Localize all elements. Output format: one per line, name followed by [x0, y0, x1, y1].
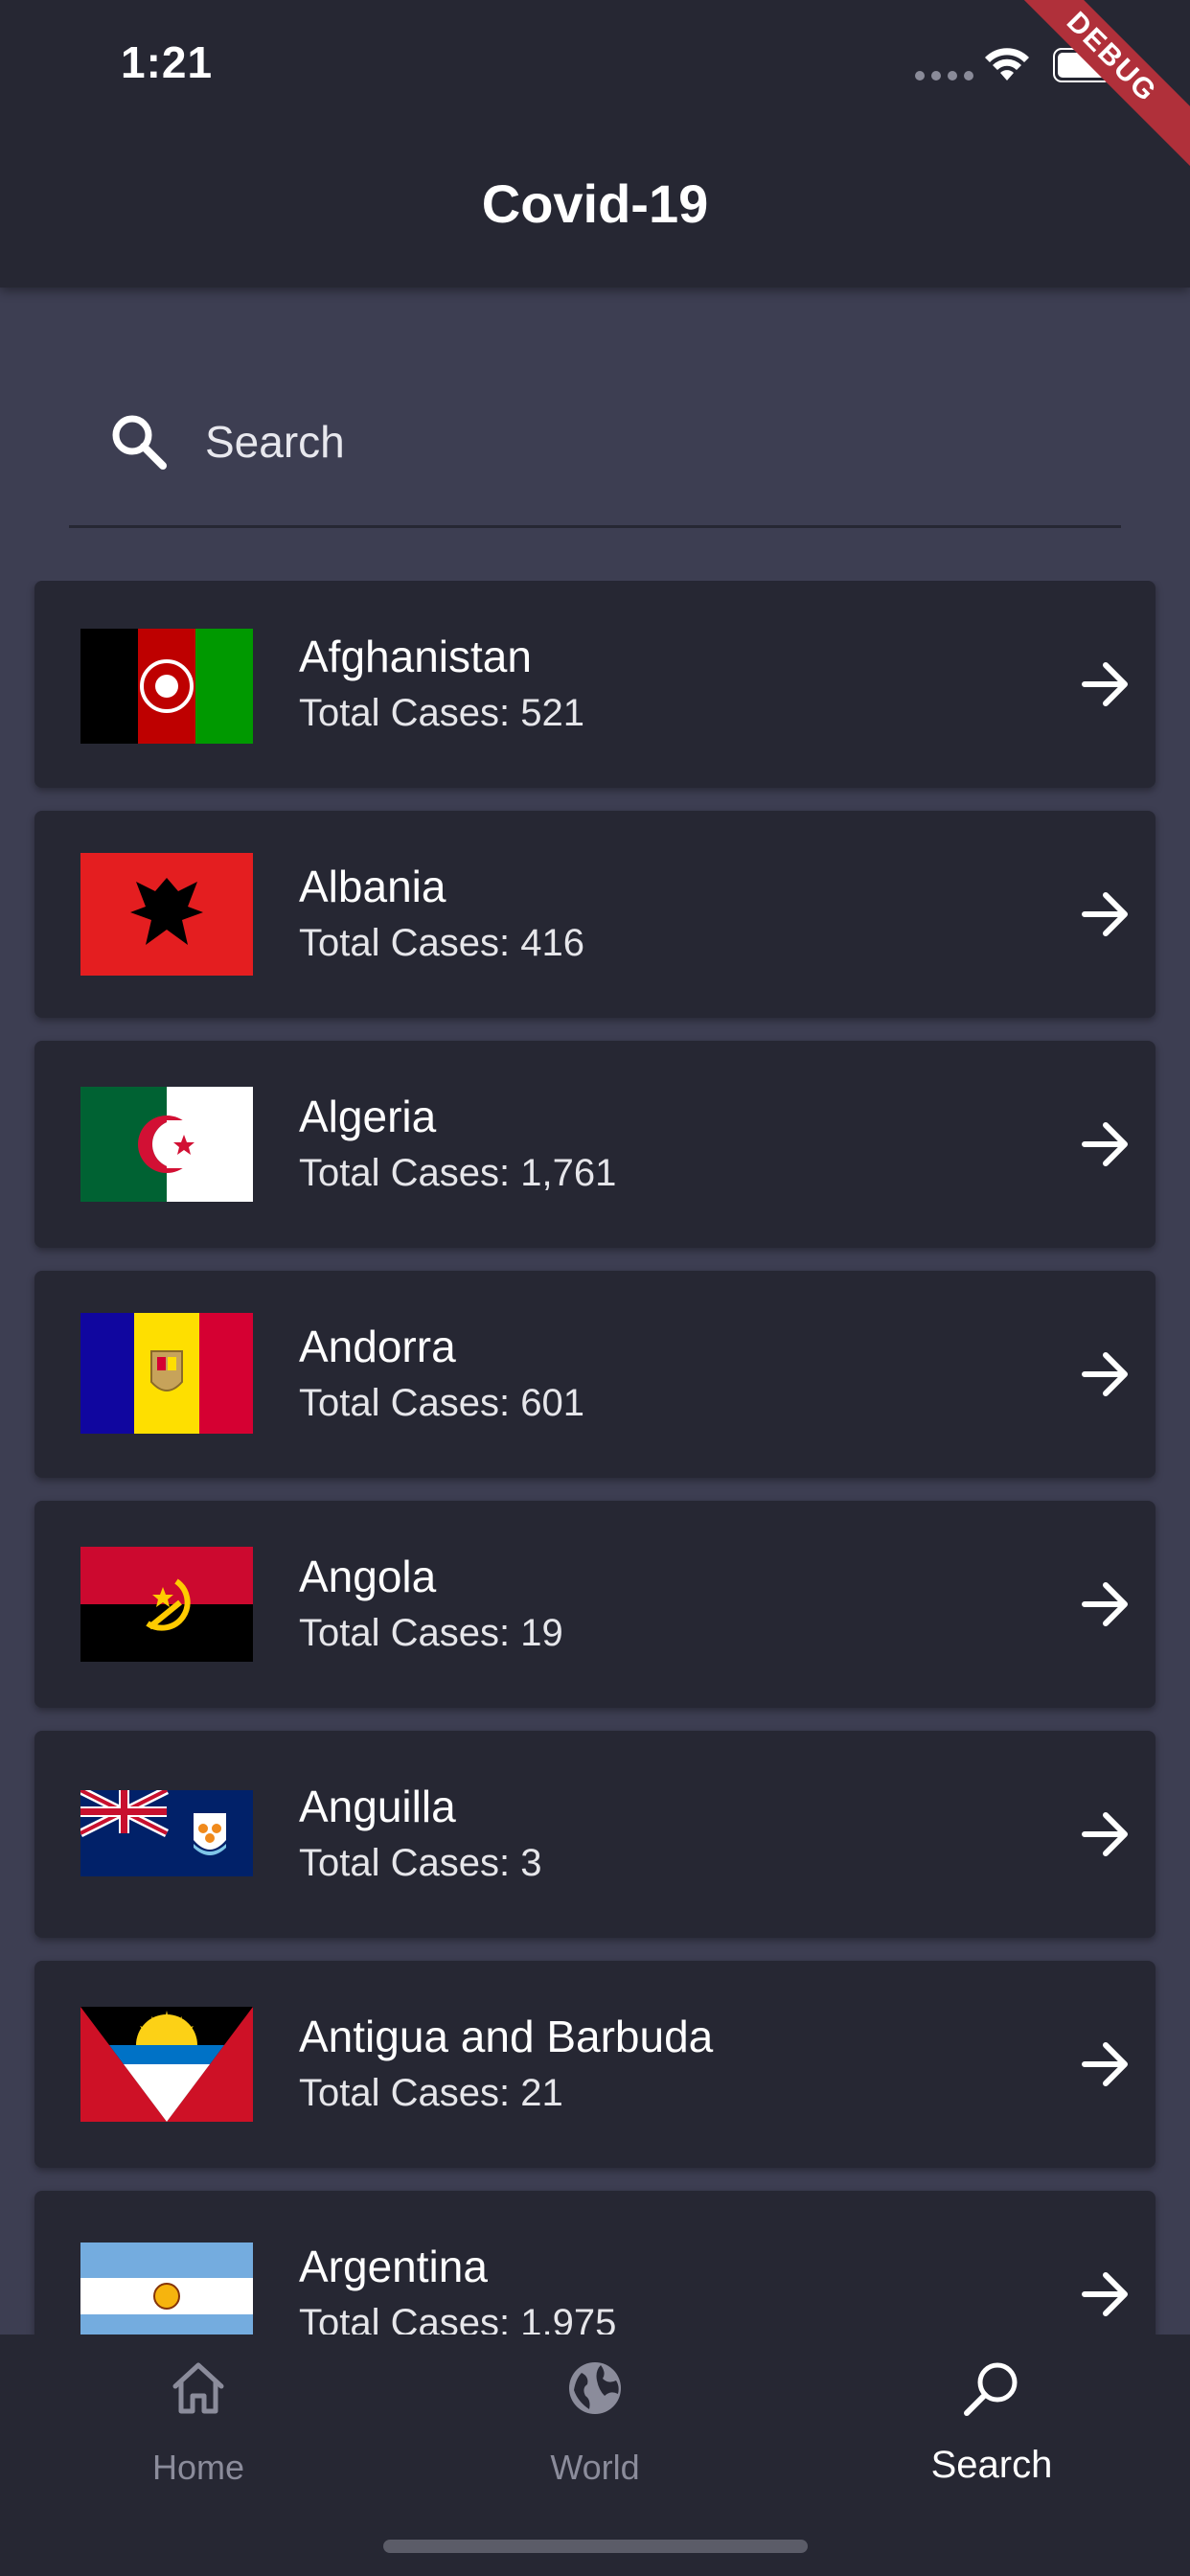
nav-item-search[interactable]: Search	[793, 2334, 1190, 2526]
search-icon	[964, 2362, 1018, 2416]
country-cases: Total Cases: 3	[299, 1842, 542, 1884]
country-name: Algeria	[299, 1092, 437, 1141]
country-card-anguilla[interactable]: Anguilla Total Cases: 3	[34, 1731, 1156, 1938]
page-title: Covid-19	[481, 173, 709, 234]
nav-item-home[interactable]: Home	[0, 2334, 397, 2526]
country-cases: Total Cases: 416	[299, 922, 584, 964]
country-card-antigua-and-barbuda[interactable]: Antigua and Barbuda Total Cases: 21	[34, 1961, 1156, 2168]
search-input[interactable]	[203, 412, 1069, 472]
flag-afghanistan-icon	[80, 629, 253, 744]
flag-albania-icon	[80, 853, 253, 976]
nav-label: World	[550, 2448, 640, 2487]
country-cases: Total Cases: 1,975	[299, 2302, 617, 2334]
country-card-argentina[interactable]: Argentina Total Cases: 1,975	[34, 2191, 1156, 2334]
flag-andorra-icon	[80, 1313, 253, 1434]
status-time: 1:21	[121, 37, 214, 87]
signal-icon	[915, 71, 973, 80]
country-card-andorra[interactable]: Andorra Total Cases: 601	[34, 1271, 1156, 1478]
flag-antigua-and-barbuda-icon	[80, 2007, 253, 2122]
arrow-right-icon[interactable]	[1079, 887, 1133, 941]
app-bar: 1:21 Covid-19	[0, 0, 1190, 288]
country-card-afghanistan[interactable]: Afghanistan Total Cases: 521	[34, 581, 1156, 788]
flag-angola-icon	[80, 1547, 253, 1662]
home-icon	[172, 2362, 224, 2414]
country-cases: Total Cases: 21	[299, 2072, 563, 2114]
country-card-albania[interactable]: Albania Total Cases: 416	[34, 811, 1156, 1018]
nav-item-world[interactable]: World	[397, 2334, 793, 2526]
arrow-right-icon[interactable]	[1079, 2037, 1133, 2091]
search-bar[interactable]	[69, 383, 1121, 528]
country-list[interactable]: Afghanistan Total Cases: 521 Albania Tot…	[0, 581, 1190, 2334]
country-card-algeria[interactable]: Algeria Total Cases: 1,761	[34, 1041, 1156, 1248]
country-cases: Total Cases: 19	[299, 1612, 563, 1654]
country-name: Afghanistan	[299, 632, 532, 681]
globe-icon	[569, 2362, 621, 2414]
country-cases: Total Cases: 601	[299, 1382, 584, 1424]
country-name: Angola	[299, 1552, 437, 1601]
country-name: Argentina	[299, 2242, 488, 2291]
search-icon	[112, 415, 167, 470]
country-name: Antigua and Barbuda	[299, 2012, 714, 2061]
arrow-right-icon[interactable]	[1079, 1117, 1133, 1171]
flag-algeria-icon	[80, 1087, 253, 1202]
country-card-angola[interactable]: Angola Total Cases: 19	[34, 1501, 1156, 1708]
arrow-right-icon[interactable]	[1079, 1577, 1133, 1631]
home-indicator[interactable]	[383, 2540, 808, 2553]
nav-label: Search	[930, 2444, 1053, 2486]
country-cases: Total Cases: 521	[299, 692, 584, 734]
arrow-right-icon[interactable]	[1079, 1807, 1133, 1861]
flag-argentina-icon	[80, 2242, 253, 2334]
country-cases: Total Cases: 1,761	[299, 1152, 617, 1194]
country-name: Anguilla	[299, 1782, 456, 1831]
wifi-icon	[985, 48, 1029, 80]
nav-label: Home	[151, 2448, 245, 2487]
country-name: Andorra	[299, 1322, 456, 1371]
arrow-right-icon[interactable]	[1079, 657, 1133, 711]
country-name: Albania	[299, 862, 446, 911]
flag-anguilla-icon	[80, 1790, 253, 1876]
arrow-right-icon[interactable]	[1079, 1347, 1133, 1401]
arrow-right-icon[interactable]	[1079, 2267, 1133, 2321]
